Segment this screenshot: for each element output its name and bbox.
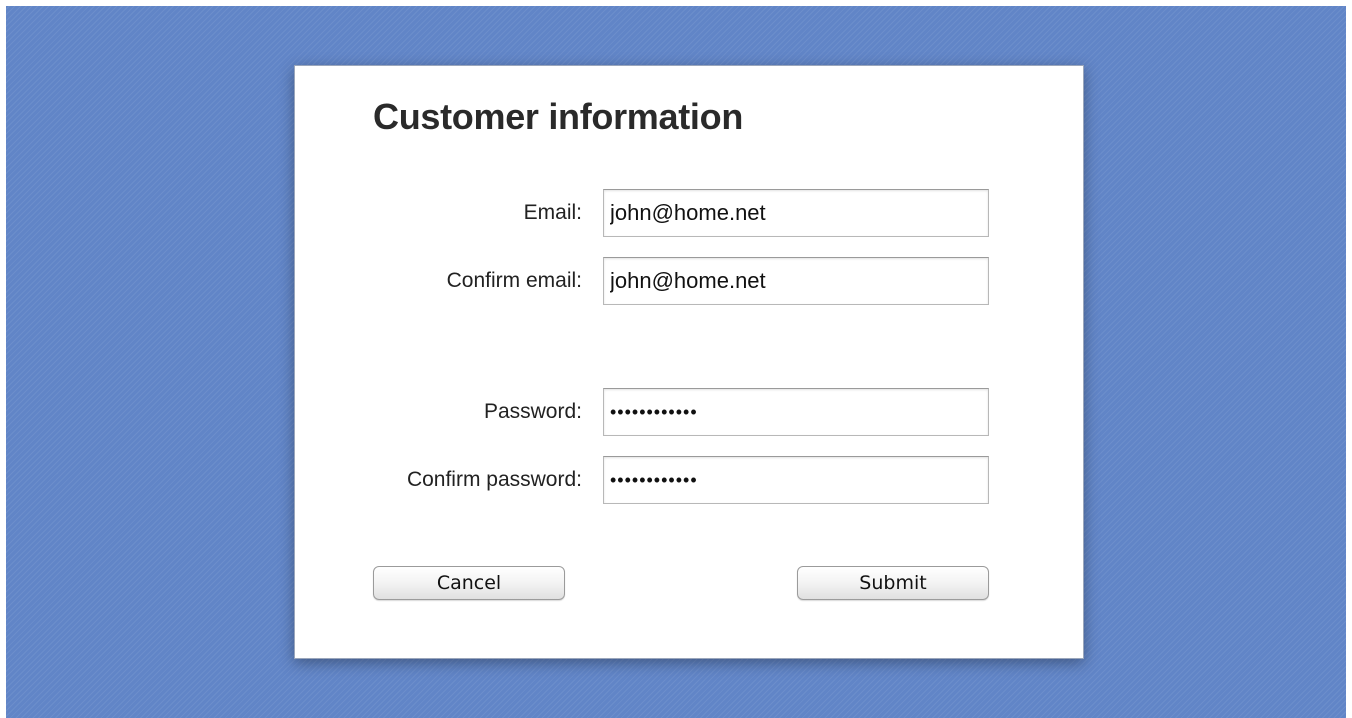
- password-label: Password:: [483, 400, 582, 423]
- email-field[interactable]: [603, 189, 989, 237]
- confirm-password-field[interactable]: [603, 456, 989, 504]
- password-field[interactable]: [603, 388, 989, 436]
- confirm-password-label: Confirm password:: [406, 468, 582, 491]
- confirm-email-field[interactable]: [603, 257, 989, 305]
- customer-info-form: Customer information Email: Confirm emai…: [294, 65, 1084, 659]
- email-row: Email:: [295, 189, 1085, 237]
- confirm-email-label: Confirm email:: [446, 269, 582, 292]
- confirm-email-row: Confirm email:: [295, 257, 1085, 305]
- submit-button[interactable]: Submit: [797, 566, 989, 600]
- password-row: Password:: [295, 388, 1085, 436]
- cancel-button[interactable]: Cancel: [373, 566, 565, 600]
- form-title: Customer information: [373, 96, 744, 137]
- email-label: Email:: [523, 201, 582, 224]
- confirm-password-row: Confirm password:: [295, 456, 1085, 504]
